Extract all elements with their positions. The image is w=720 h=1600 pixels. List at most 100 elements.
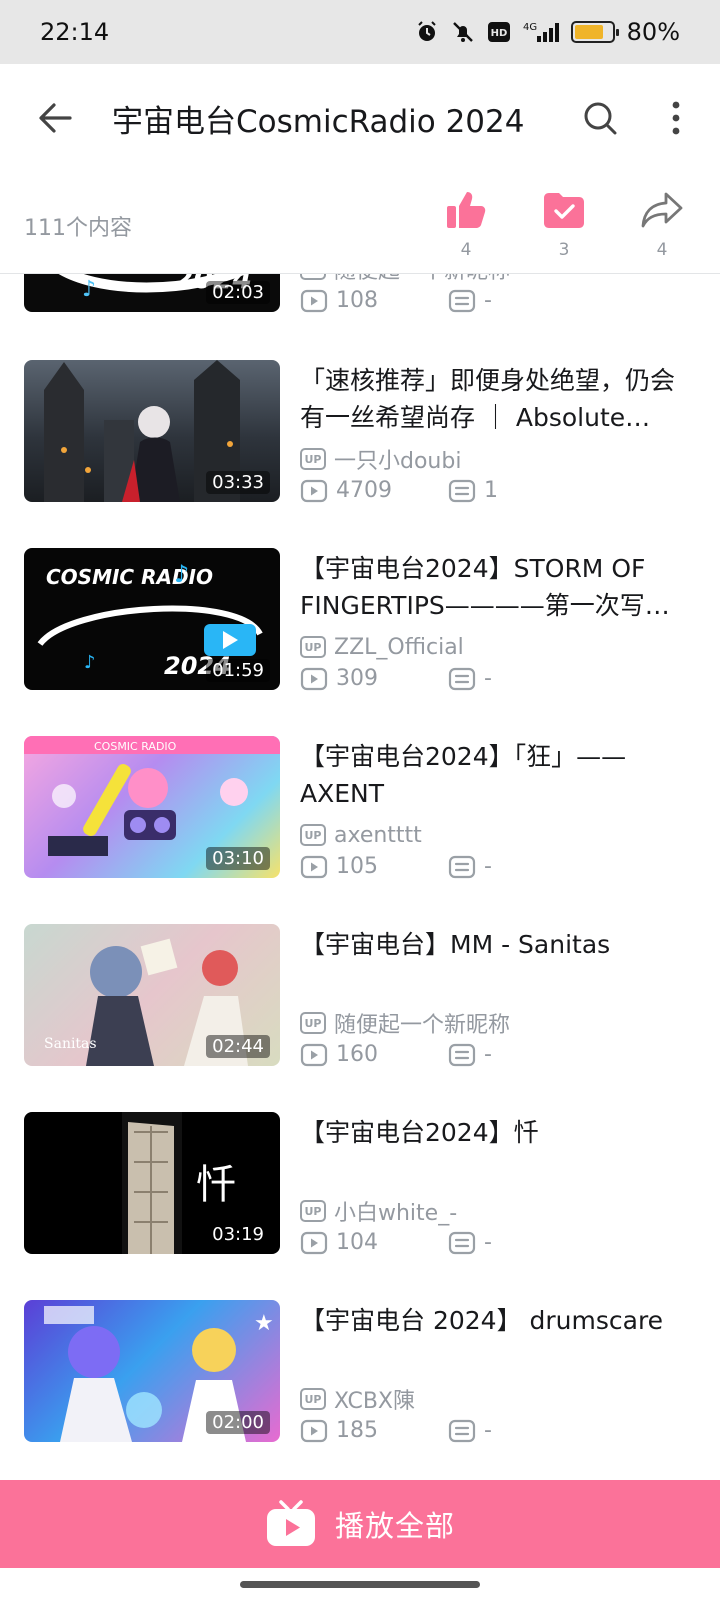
uploader[interactable]: UP ZZL_Official: [300, 634, 464, 660]
uploader[interactable]: UP 随便起一个新昵称: [300, 1010, 510, 1038]
video-thumbnail[interactable]: 2024 ♪ 02:03: [24, 274, 280, 312]
danmaku-icon: [448, 855, 476, 878]
favorite-button[interactable]: 3: [534, 188, 594, 260]
uploader-name: 一只小doubi: [334, 449, 462, 474]
play-count-value: 185: [336, 1418, 378, 1443]
svg-text:♪: ♪: [84, 652, 96, 673]
uploader-name: 随便起一个新昵称: [334, 274, 510, 285]
play-count-icon: [300, 289, 328, 312]
play-count-value: 108: [336, 288, 378, 313]
play-count: 160: [300, 1042, 378, 1067]
comment-count-value: -: [484, 666, 492, 691]
share-count: 4: [656, 240, 668, 260]
danmaku-icon: [448, 1231, 476, 1254]
video-title: 【宇宙电台 2024】 drumscare: [300, 1306, 664, 1335]
search-icon: [584, 102, 617, 135]
video-thumbnail[interactable]: Sanitas 02:44: [24, 924, 280, 1066]
list-item[interactable]: Sanitas 02:44 【宇宙电台】MM - Sanitas UP 随便起一…: [0, 924, 720, 1114]
up-badge-icon: UP: [300, 824, 326, 846]
video-thumbnail[interactable]: 忏 03:19: [24, 1112, 280, 1254]
video-stats: 105 -: [300, 854, 700, 884]
video-stats: 160 -: [300, 1042, 700, 1072]
play-all-label: 播放全部: [334, 1509, 455, 1543]
uploader[interactable]: UP 随便起一个新昵称: [300, 274, 510, 285]
video-title: 【宇宙电台2024】忏: [300, 1118, 539, 1147]
play-count-value: 4709: [336, 478, 392, 503]
home-indicator[interactable]: [240, 1581, 480, 1588]
video-duration: 02:03: [206, 281, 270, 304]
back-arrow-icon: [39, 103, 72, 133]
battery-icon: [570, 21, 619, 43]
like-button[interactable]: 4: [436, 188, 496, 260]
status-time: 22:14: [40, 18, 110, 46]
status-icons: HD 4G 80%: [415, 18, 680, 46]
favorite-folder-icon: [541, 188, 587, 232]
play-count-icon: [300, 1231, 328, 1254]
up-badge-icon: UP: [300, 1012, 326, 1034]
play-count: 108: [300, 288, 378, 313]
svg-text:♪: ♪: [82, 277, 96, 302]
play-count-icon: [300, 667, 328, 690]
list-item[interactable]: COSMIC RADIO 03:10 【宇宙电台2024】「狂」——AXENT …: [0, 736, 720, 926]
video-duration: 03:19: [206, 1223, 270, 1246]
video-stats: 309 -: [300, 666, 700, 696]
play-count-value: 309: [336, 666, 378, 691]
video-thumbnail[interactable]: ★ 02:00: [24, 1300, 280, 1442]
favorite-count: 3: [558, 240, 570, 260]
uploader[interactable]: UP XCBX陳: [300, 1386, 415, 1414]
video-thumbnail[interactable]: COSMIC RADIO 2024 ♪ ♪ 01:59: [24, 548, 280, 690]
list-item[interactable]: COSMIC RADIO 2024 ♪ ♪ 01:59 【宇宙电台2024】ST…: [0, 548, 720, 738]
uploader[interactable]: UP 小白white_-: [300, 1198, 458, 1226]
list-item[interactable]: 忏 03:19 【宇宙电台2024】忏 UP 小白white_- 104 -: [0, 1112, 720, 1302]
play-count-value: 105: [336, 854, 378, 879]
comment-count: -: [448, 854, 492, 879]
list-item[interactable]: ★ 02:00 【宇宙电台 2024】 drumscare UP XCBX陳 1…: [0, 1300, 720, 1480]
content-count: 111个内容: [24, 216, 132, 241]
play-count-value: 104: [336, 1230, 378, 1255]
list-item[interactable]: 03:33 「速核推荐」即便身处绝望，仍会有一丝希望尚存 ｜ Absolute……: [0, 360, 720, 550]
uploader[interactable]: UP axentttt: [300, 822, 422, 848]
play-all-button[interactable]: 播放全部: [0, 1480, 720, 1568]
svg-text:忏: 忏: [196, 1162, 236, 1208]
signal-icon: 4G: [523, 20, 559, 44]
up-badge-icon: UP: [300, 1388, 326, 1410]
video-list: 2024 ♪ 02:03 UP 随便起一个新昵称 108 -: [0, 274, 720, 1480]
up-badge-icon: UP: [300, 636, 326, 658]
video-title: 【宇宙电台】MM - Sanitas: [300, 930, 611, 959]
alarm-icon: [415, 20, 439, 44]
like-count: 4: [460, 240, 472, 260]
thumbs-up-icon: [443, 188, 489, 232]
comment-count: -: [448, 288, 492, 313]
mute-bell-icon: [451, 20, 475, 44]
up-badge-icon: UP: [300, 448, 326, 470]
video-stats: 108 -: [300, 288, 700, 318]
play-count: 105: [300, 854, 378, 879]
video-title: 【宇宙电台2024】「狂」——AXENT: [300, 742, 627, 808]
video-duration: 01:59: [206, 659, 270, 682]
collection-actions: 111个内容 4 3 4: [0, 172, 720, 274]
video-duration: 02:00: [206, 1411, 270, 1434]
video-thumbnail[interactable]: COSMIC RADIO 03:10: [24, 736, 280, 878]
comment-count-value: -: [484, 288, 492, 313]
danmaku-icon: [448, 479, 476, 502]
up-badge-icon: UP: [300, 1200, 326, 1222]
uploader-name: 小白white_-: [334, 1201, 458, 1226]
svg-text:♪: ♪: [174, 560, 189, 588]
more-button[interactable]: [664, 98, 688, 138]
uploader-name: axentttt: [334, 822, 422, 848]
tv-play-icon: [266, 1500, 315, 1546]
video-thumbnail[interactable]: 03:33: [24, 360, 280, 502]
video-stats: 4709 1: [300, 478, 700, 508]
uploader[interactable]: UP 一只小doubi: [300, 446, 462, 474]
svg-text:Sanitas: Sanitas: [44, 1036, 97, 1052]
video-duration: 02:44: [206, 1035, 270, 1058]
list-item[interactable]: 2024 ♪ 02:03 UP 随便起一个新昵称 108 -: [0, 274, 720, 360]
search-button[interactable]: [580, 98, 620, 138]
comment-count: 1: [448, 478, 498, 503]
share-icon: [639, 188, 685, 232]
uploader-name: ZZL_Official: [334, 634, 464, 660]
back-button[interactable]: [36, 98, 76, 138]
play-count: 309: [300, 666, 378, 691]
play-count: 185: [300, 1418, 378, 1443]
share-button[interactable]: 4: [632, 188, 692, 260]
